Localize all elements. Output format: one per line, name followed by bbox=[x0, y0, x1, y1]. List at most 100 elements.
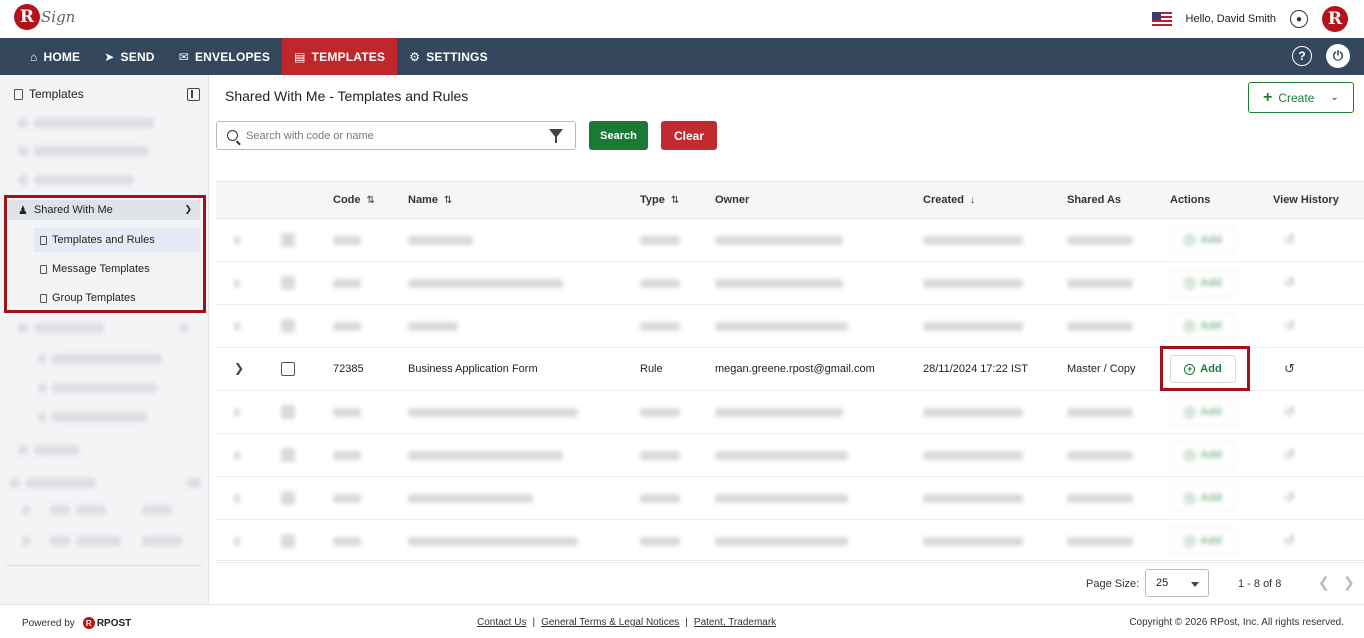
sidebar-item-group-templates[interactable]: Group Templates bbox=[34, 286, 200, 310]
add-label: Add bbox=[1200, 363, 1222, 375]
add-button[interactable]: + Add bbox=[1170, 484, 1236, 512]
cell-created: 28/11/2024 17:22 IST bbox=[923, 363, 1028, 375]
nav-templates[interactable]: ▤ TEMPLATES bbox=[282, 38, 398, 75]
sidebar: Templates ♟ Shared With Me ❯ Templates a… bbox=[0, 75, 209, 605]
pagination: Page Size: 25 1 - 8 of 8 ❮ ❯ bbox=[216, 560, 1364, 604]
sidebar-divider bbox=[6, 565, 202, 566]
sidebar-item-blurred[interactable] bbox=[18, 323, 188, 333]
search-field[interactable] bbox=[216, 121, 576, 150]
nav-envelopes[interactable]: ✉ ENVELOPES bbox=[167, 38, 282, 75]
sort-desc-icon: ↓ bbox=[969, 194, 975, 206]
column-created[interactable]: Created ↓ bbox=[923, 194, 975, 206]
page-size-label: Page Size: bbox=[1086, 578, 1140, 590]
column-code[interactable]: Code ⇅ bbox=[333, 194, 375, 206]
search-input[interactable] bbox=[246, 129, 536, 142]
sidebar-item-message-templates[interactable]: Message Templates bbox=[34, 257, 200, 281]
sidebar-item-blurred[interactable] bbox=[18, 175, 134, 185]
sidebar-item-blurred[interactable] bbox=[10, 478, 201, 488]
help-icon[interactable]: ? bbox=[1292, 46, 1312, 66]
history-icon[interactable]: ↺ bbox=[1284, 447, 1295, 463]
filter-icon[interactable] bbox=[549, 129, 563, 143]
document-icon: ▤ bbox=[294, 49, 306, 64]
add-button[interactable]: + Add bbox=[1170, 269, 1236, 297]
nav-home[interactable]: ⌂ HOME bbox=[18, 38, 92, 75]
nav-send[interactable]: ➤ SEND bbox=[92, 38, 166, 75]
sidebar-item-templates-and-rules[interactable]: Templates and Rules bbox=[34, 228, 200, 252]
rsign-logo[interactable]: R Sign bbox=[14, 4, 75, 30]
gear-icon: ⚙ bbox=[409, 49, 421, 64]
column-name[interactable]: Name ⇅ bbox=[408, 194, 452, 206]
cell-type: Rule bbox=[640, 363, 663, 375]
nav-settings[interactable]: ⚙ SETTINGS bbox=[397, 38, 500, 75]
add-button[interactable]: + Add bbox=[1170, 226, 1236, 254]
sidebar-item-blurred[interactable] bbox=[38, 354, 162, 364]
history-icon[interactable]: ↺ bbox=[1284, 318, 1295, 334]
power-icon[interactable]: ⏻ bbox=[1326, 44, 1350, 68]
sidebar-collapse-icon[interactable] bbox=[187, 88, 200, 101]
nav-send-label: SEND bbox=[120, 49, 155, 64]
sort-icon: ⇅ bbox=[670, 194, 680, 206]
table-row[interactable]: + Add ↺ bbox=[216, 219, 1364, 262]
logo-text: Sign bbox=[41, 8, 76, 26]
history-icon[interactable]: ↺ bbox=[1284, 404, 1295, 420]
sidebar-title: Templates bbox=[14, 87, 84, 101]
history-icon[interactable]: ↺ bbox=[1284, 533, 1295, 549]
history-icon[interactable]: ↺ bbox=[1284, 275, 1295, 291]
patent-link[interactable]: Patent, Trademark bbox=[694, 617, 776, 628]
terms-link[interactable]: General Terms & Legal Notices bbox=[541, 617, 679, 628]
table-row-72385[interactable]: ❯ 72385 Business Application Form Rule m… bbox=[216, 346, 1364, 391]
sidebar-item-blurred[interactable] bbox=[18, 445, 79, 455]
row-checkbox[interactable] bbox=[281, 362, 295, 376]
chevron-right-icon[interactable]: ❯ bbox=[234, 361, 244, 375]
table-row[interactable]: + Add ↺ bbox=[216, 477, 1364, 520]
rpost-logo: R RPOST bbox=[82, 617, 131, 629]
chevron-right-icon[interactable]: ❯ bbox=[1343, 574, 1355, 591]
column-type[interactable]: Type ⇅ bbox=[640, 194, 679, 206]
brand-avatar[interactable]: R bbox=[1322, 6, 1348, 32]
logo-mark: R bbox=[14, 4, 40, 30]
column-view-history: View History bbox=[1273, 194, 1339, 206]
column-owner-label: Owner bbox=[715, 194, 750, 206]
plus-circle-icon: + bbox=[1184, 363, 1196, 375]
table-row[interactable]: + Add ↺ bbox=[216, 434, 1364, 477]
chevron-left-icon[interactable]: ❮ bbox=[1318, 574, 1330, 591]
add-button[interactable]: + Add bbox=[1170, 398, 1236, 426]
sidebar-item-blurred[interactable] bbox=[18, 118, 154, 128]
chevron-down-icon: ❯ bbox=[184, 204, 192, 214]
sub-item-label: Group Templates bbox=[52, 292, 136, 304]
sidebar-item-shared-with-me[interactable]: ♟ Shared With Me ❯ bbox=[8, 200, 200, 220]
user-profile-icon[interactable]: ● bbox=[1290, 10, 1308, 28]
add-button[interactable]: + Add bbox=[1170, 441, 1236, 469]
table-row[interactable]: + Add ↺ bbox=[216, 305, 1364, 348]
sidebar-item-blurred[interactable] bbox=[18, 146, 149, 156]
create-label: Create bbox=[1278, 90, 1315, 105]
cell-shared-as: Master / Copy bbox=[1067, 363, 1136, 375]
us-flag-icon[interactable] bbox=[1151, 12, 1172, 26]
clear-button[interactable]: Clear bbox=[661, 121, 717, 150]
send-icon: ➤ bbox=[104, 49, 115, 64]
table-row[interactable]: + Add ↺ bbox=[216, 391, 1364, 434]
table-row[interactable]: + Add ↺ bbox=[216, 520, 1364, 563]
sidebar-item-blurred[interactable] bbox=[22, 536, 182, 546]
create-button[interactable]: + Create ⌄ bbox=[1248, 82, 1354, 113]
column-view-history-label: View History bbox=[1273, 194, 1339, 206]
add-button[interactable]: + Add bbox=[1170, 527, 1236, 555]
search-button[interactable]: Search bbox=[589, 121, 648, 150]
column-type-label: Type bbox=[640, 194, 665, 206]
powered-by-label: Powered by bbox=[22, 617, 75, 629]
column-created-label: Created bbox=[923, 194, 964, 206]
cell-code: 72385 bbox=[333, 363, 364, 375]
main-nav: ⌂ HOME ➤ SEND ✉ ENVELOPES ▤ TEMPLATES ⚙ … bbox=[0, 38, 1364, 75]
history-icon[interactable]: ↺ bbox=[1284, 361, 1295, 377]
sidebar-item-blurred[interactable] bbox=[38, 383, 157, 393]
history-icon[interactable]: ↺ bbox=[1284, 232, 1295, 248]
page-size-select[interactable]: 25 bbox=[1145, 569, 1209, 597]
contact-us-link[interactable]: Contact Us bbox=[477, 617, 526, 628]
add-button[interactable]: + Add bbox=[1170, 312, 1236, 340]
sidebar-item-blurred[interactable] bbox=[38, 412, 147, 422]
table-row[interactable]: + Add ↺ bbox=[216, 262, 1364, 305]
add-button[interactable]: + Add bbox=[1170, 355, 1236, 383]
history-icon[interactable]: ↺ bbox=[1284, 490, 1295, 506]
page-range: 1 - 8 of 8 bbox=[1238, 578, 1282, 590]
sidebar-item-blurred[interactable] bbox=[22, 505, 172, 515]
